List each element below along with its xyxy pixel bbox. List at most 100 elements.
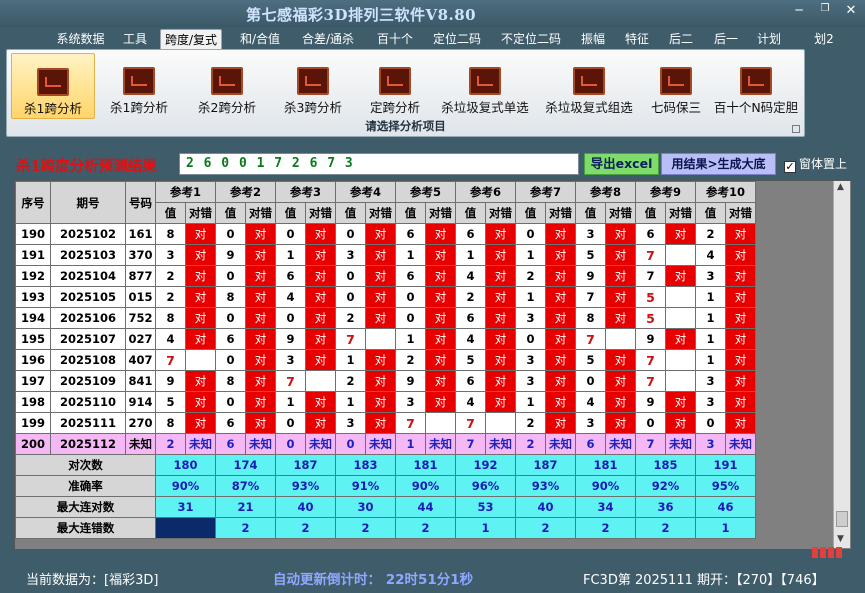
vertical-scrollbar[interactable]: ▲ ▼	[833, 181, 850, 548]
value-cell: 3	[515, 349, 546, 371]
value-cell: 0	[335, 223, 366, 245]
table-row[interactable]: 193 2025105 015 2 对 8 对 4 对 0 对 0 对 2 对 1 对 7 对 5 1 对	[15, 286, 756, 308]
value-cell: 9	[155, 370, 186, 392]
value-cell: 2	[515, 265, 546, 287]
stats-value: 92%	[635, 475, 696, 497]
menu-item[interactable]: 后一	[708, 29, 744, 50]
export-excel-button[interactable]: 导出excel	[584, 153, 659, 175]
result-ok-cell: 对	[185, 391, 216, 413]
value-cell: 1	[455, 244, 486, 266]
ribbon-button[interactable]: 七码保三	[641, 53, 711, 119]
chart-icon	[123, 67, 155, 95]
table-row[interactable]: 199 2025111 270 8 对 6 对 0 对 3 对 7 7 2 对 3 对 0 对 0 对	[15, 412, 756, 434]
value-cell: 9	[275, 328, 306, 350]
checkbox-icon[interactable]: ✓	[784, 161, 796, 173]
table-row[interactable]: 198 2025110 914 5 对 0 对 1 对 1 对 3 对 4 对 1 对 4 对 9 对 3 对	[15, 391, 756, 413]
value-cell: 6	[395, 223, 426, 245]
header-ref: 参考4	[335, 181, 396, 203]
result-ok-cell: 对	[485, 370, 516, 392]
result-ok-cell: 对	[305, 328, 336, 350]
number-cell: 270	[125, 412, 156, 434]
value-cell: 4	[455, 391, 486, 413]
header-ref: 参考1	[155, 181, 216, 203]
value-cell: 2	[695, 223, 726, 245]
menu-item[interactable]: 和/合值	[236, 29, 284, 50]
result-ok-cell: 对	[365, 412, 396, 434]
restore-icon[interactable]: ❐	[816, 3, 834, 14]
menu-item[interactable]: 后二	[664, 29, 698, 50]
chart-icon	[379, 67, 411, 95]
menu-bar: 系统数据 工具 跨度/复式 和/合值 合差/通杀 百十个 定位二码 不定位二码 振幅 特征 后二 后一…	[0, 27, 865, 50]
topmost-checkbox[interactable]: ✓ 窗体置上	[784, 155, 847, 173]
value-cell: 5	[575, 244, 606, 266]
ribbon-button[interactable]: 杀垃圾复式单选	[433, 53, 537, 119]
value-cell: 1	[515, 391, 546, 413]
value-cell: 0	[575, 370, 606, 392]
menu-item[interactable]: 特征	[620, 29, 654, 50]
menu-item[interactable]: 定位二码	[430, 29, 484, 50]
ribbon-button[interactable]: 杀1跨分析	[11, 53, 95, 119]
menu-item[interactable]: 跨度/复式	[160, 29, 222, 50]
scroll-thumb[interactable]	[836, 511, 848, 527]
header-value: 值	[515, 202, 546, 224]
table-row[interactable]: 195 2025107 027 4 对 6 对 9 对 7 1 对 4 对 0 对 7 9 对 1 对	[15, 328, 756, 350]
ribbon-button[interactable]: 杀1跨分析	[99, 53, 179, 119]
expand-icon[interactable]	[792, 125, 800, 133]
menu-item[interactable]: 百十个	[373, 29, 417, 50]
result-ok-cell: 对	[245, 328, 276, 350]
number-cell: 161	[125, 223, 156, 245]
menu-item[interactable]: 系统数据	[53, 29, 108, 50]
value-cell: 8	[155, 307, 186, 329]
scroll-up-icon[interactable]: ▲	[837, 182, 844, 192]
status-indicator	[812, 547, 850, 559]
result-ok-cell: 对	[185, 307, 216, 329]
menu-item[interactable]: 划2	[809, 29, 839, 50]
header-value: 值	[695, 202, 726, 224]
result-ok-cell: 对	[365, 223, 396, 245]
menu-item[interactable]: 合差/通杀	[297, 29, 359, 50]
ribbon-button[interactable]: 定跨分析	[355, 53, 435, 119]
table-row[interactable]: 192 2025104 877 2 对 0 对 6 对 0 对 6 对 4 对 2 对 9 对 7 对 3 对	[15, 265, 756, 287]
value-cell: 7	[635, 265, 666, 287]
table-row[interactable]: 194 2025106 752 8 对 0 对 0 对 2 对 0 对 6 对 3 对 8 对 5 1 对	[15, 307, 756, 329]
value-cell: 5	[635, 307, 666, 329]
number-cell: 027	[125, 328, 156, 350]
result-field[interactable]: 2 6 0 0 1 7 2 6 7 3	[179, 153, 579, 175]
stats-value: 2	[395, 517, 456, 539]
ribbon-button[interactable]: 杀2跨分析	[185, 53, 269, 119]
table-row[interactable]: 191 2025103 370 3 对 9 对 1 对 3 对 1 对 1 对 1 对 5 对 7 4 对	[15, 244, 756, 266]
value-cell: 5	[455, 349, 486, 371]
prediction-row[interactable]: 200 2025112 未知 2 未知 6 未知 0 未知 0 未知 1 未知 7 未知 2 未知 6 未知 7 未知 3…	[15, 433, 756, 455]
stats-row: 最大连错数 2 2 2 2 1 2 2 2 1	[15, 517, 756, 539]
menu-item[interactable]: 计划	[752, 29, 786, 50]
scroll-down-icon[interactable]: ▼	[837, 534, 844, 544]
close-icon[interactable]: ✕	[842, 3, 860, 18]
value-cell: 7	[275, 370, 306, 392]
ribbon-button[interactable]: 杀3跨分析	[271, 53, 355, 119]
seq-cell: 198	[15, 391, 51, 413]
update-countdown: 自动更新倒计时： 22时51分1秒	[273, 572, 474, 588]
stats-value: 96%	[455, 475, 516, 497]
generate-base-button[interactable]: 用结果>生成大底	[661, 153, 776, 175]
table-row[interactable]: 196 2025108 407 7 0 对 3 对 1 对 2 对 5 对 3 对 5 对 7 1 对	[15, 349, 756, 371]
minimize-icon[interactable]: ─	[790, 3, 808, 17]
header-result: 对错	[425, 202, 456, 224]
menu-item[interactable]: 不定位二码	[497, 29, 565, 50]
title-bar: 第七感福彩3D排列三软件V8.80 ─ ❐ ✕	[0, 0, 865, 27]
ribbon-button-label: 杀垃圾复式单选	[441, 100, 529, 115]
ribbon-button[interactable]: 杀垃圾复式组选	[539, 53, 639, 119]
value-cell: 5	[155, 391, 186, 413]
stats-value: 53	[455, 496, 516, 518]
chart-icon	[660, 67, 692, 95]
ribbon-button[interactable]: 百十个N码定胆	[713, 53, 799, 119]
period-cell: 2025108	[50, 349, 126, 371]
result-miss-cell	[185, 349, 216, 371]
table-row[interactable]: 197 2025109 841 9 对 8 对 7 2 对 9 对 6 对 3 对 0 对 7 3 对	[15, 370, 756, 392]
value-cell: 0	[335, 286, 366, 308]
unknown-cell: 未知	[305, 433, 336, 455]
menu-item[interactable]: 工具	[120, 29, 150, 50]
menu-item[interactable]: 振幅	[576, 29, 610, 50]
value-cell: 1	[335, 349, 366, 371]
table-row[interactable]: 190 2025102 161 8 对 0 对 0 对 0 对 6 对 6 对 0 对 3 对 6 对 2 对	[15, 223, 756, 245]
result-ok-cell: 对	[365, 244, 396, 266]
